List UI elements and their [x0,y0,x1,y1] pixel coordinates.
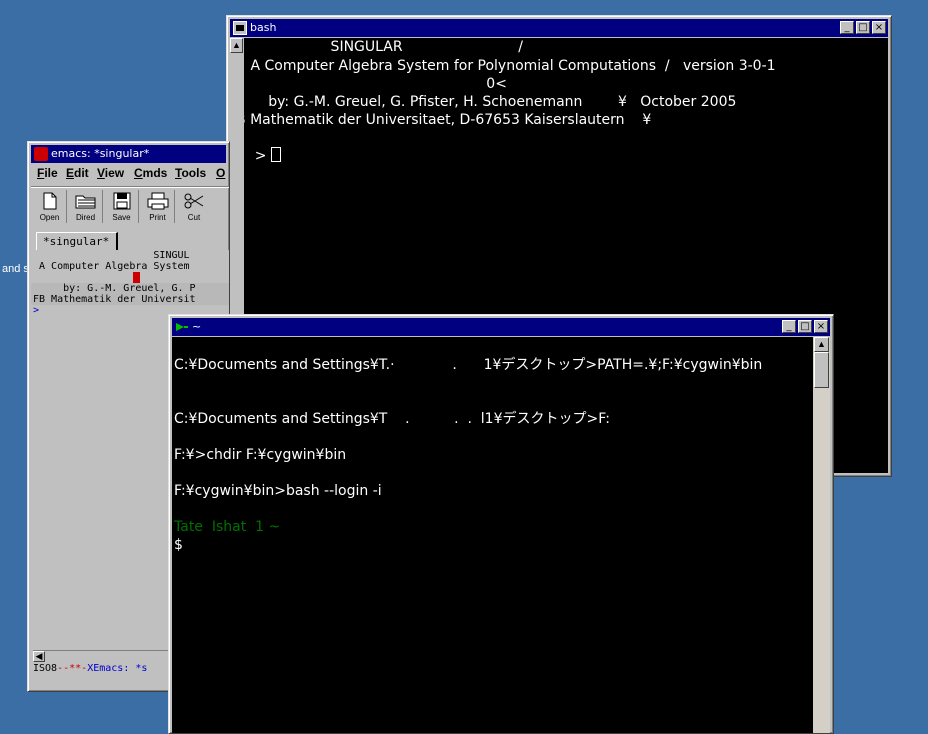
desktop: { "desktop": { "partial_text": "and s" }… [0,0,928,734]
cmd-line: C:¥Documents and Settings¥T . . . l1¥デスク… [174,411,610,427]
cmd-line: C:¥Documents and Settings¥T.· . 1¥デスクトップ… [174,357,763,373]
scroll-up-arrow-icon[interactable]: ▲ [230,38,243,53]
scroll-up-arrow-icon[interactable]: ▲ [814,337,829,352]
modeline-modified: --**- [57,663,88,674]
floppy-disk-icon [113,192,130,210]
emacs-icon [34,147,48,161]
menubar-divider [31,186,229,188]
bash-line: SINGULAR / [246,39,523,55]
buffer-prompt: > [33,305,40,316]
open-label: Open [39,213,60,222]
scroll-thumb[interactable] [814,352,829,388]
emacs-menubar: File Edit View Cmds Tools O [31,166,229,186]
maximize-button[interactable]: □ [798,320,812,333]
buffer-tab[interactable]: *singular* [36,232,118,250]
cmd-line: F:¥cygwin¥bin>bash --login -i [174,483,382,499]
close-button[interactable]: × [872,21,886,34]
emacs-titlebar[interactable]: emacs: *singular* [31,145,226,163]
cygwin-window[interactable]: ~ _ □ × C:¥Documents and Settings¥T.· . … [168,314,834,734]
terminal-icon [233,21,247,35]
minimize-button[interactable]: _ [782,320,796,333]
menu-cmds[interactable]: Cmds [134,166,167,180]
buffer-line: FB Mathematik der Universit [33,294,196,305]
cmd-line: F:¥>chdir F:¥cygwin¥bin [174,447,347,463]
bash-line: A Computer Algebra System for Polynomial… [246,58,776,74]
desktop-partial-text: and s [2,263,29,275]
cygwin-terminal[interactable]: C:¥Documents and Settings¥T.· . 1¥デスクトップ… [172,337,813,733]
text-cursor [270,147,281,162]
modeline-encoding: ISO8 [33,663,58,674]
emacs-title: emacs: *singular* [51,147,150,160]
dired-label: Dired [75,213,96,222]
cygwin-scrollbar[interactable]: ▲ [813,337,830,733]
scroll-left-arrow-icon[interactable]: ◀ [33,651,45,662]
printer-icon [147,192,168,210]
bash-line: FB Mathematik der Universitaet, D-67653 … [244,112,652,128]
folder-icon [75,195,95,209]
bash-title: bash [250,21,277,34]
buffer-line: SINGUL [33,250,190,261]
bash-line: 0< [246,76,507,92]
open-button[interactable]: Open [33,190,67,223]
menu-file[interactable]: File [37,166,58,180]
cygwin-user-line: Tate Ishat 1 ~ [174,519,281,535]
cut-button[interactable]: Cut [177,190,211,223]
buffer-tab-label: *singular* [43,235,110,248]
bash-line: by: G.-M. Greuel, G. Pfister, H. Schoene… [246,94,737,110]
menu-edit[interactable]: Edit [66,166,89,180]
cut-label: Cut [187,213,201,222]
emacs-toolbar: Open Dired Save Print Cut [33,190,229,224]
bash-titlebar[interactable]: bash _ □ × [230,19,888,37]
cygwin-titlebar[interactable]: ~ _ □ × [172,318,830,336]
save-label: Save [112,213,131,222]
cygwin-icon [175,320,189,334]
menu-options[interactable]: O [216,166,225,180]
minimize-button[interactable]: _ [840,21,854,34]
close-button[interactable]: × [814,320,828,333]
save-button[interactable]: Save [105,190,139,223]
print-button[interactable]: Print [141,190,175,223]
shell-prompt: $ [174,537,183,553]
print-label: Print [149,213,166,222]
buffer-line: by: G.-M. Greuel, G. P [33,283,196,294]
buffer-line: A Computer Algebra System [33,261,190,272]
maximize-button[interactable]: □ [856,21,870,34]
bash-prompt-symbol: > [254,148,271,164]
file-icon [43,192,56,210]
cygwin-title: ~ [192,320,202,333]
scissors-icon [184,193,204,209]
dired-button[interactable]: Dired [69,190,103,223]
modeline-buffer: XEmacs: *s [87,663,148,674]
menu-view[interactable]: View [97,166,124,180]
bash-prompt: > [244,129,281,183]
menu-tools[interactable]: Tools [175,166,206,180]
emacs-cursor [133,272,140,283]
